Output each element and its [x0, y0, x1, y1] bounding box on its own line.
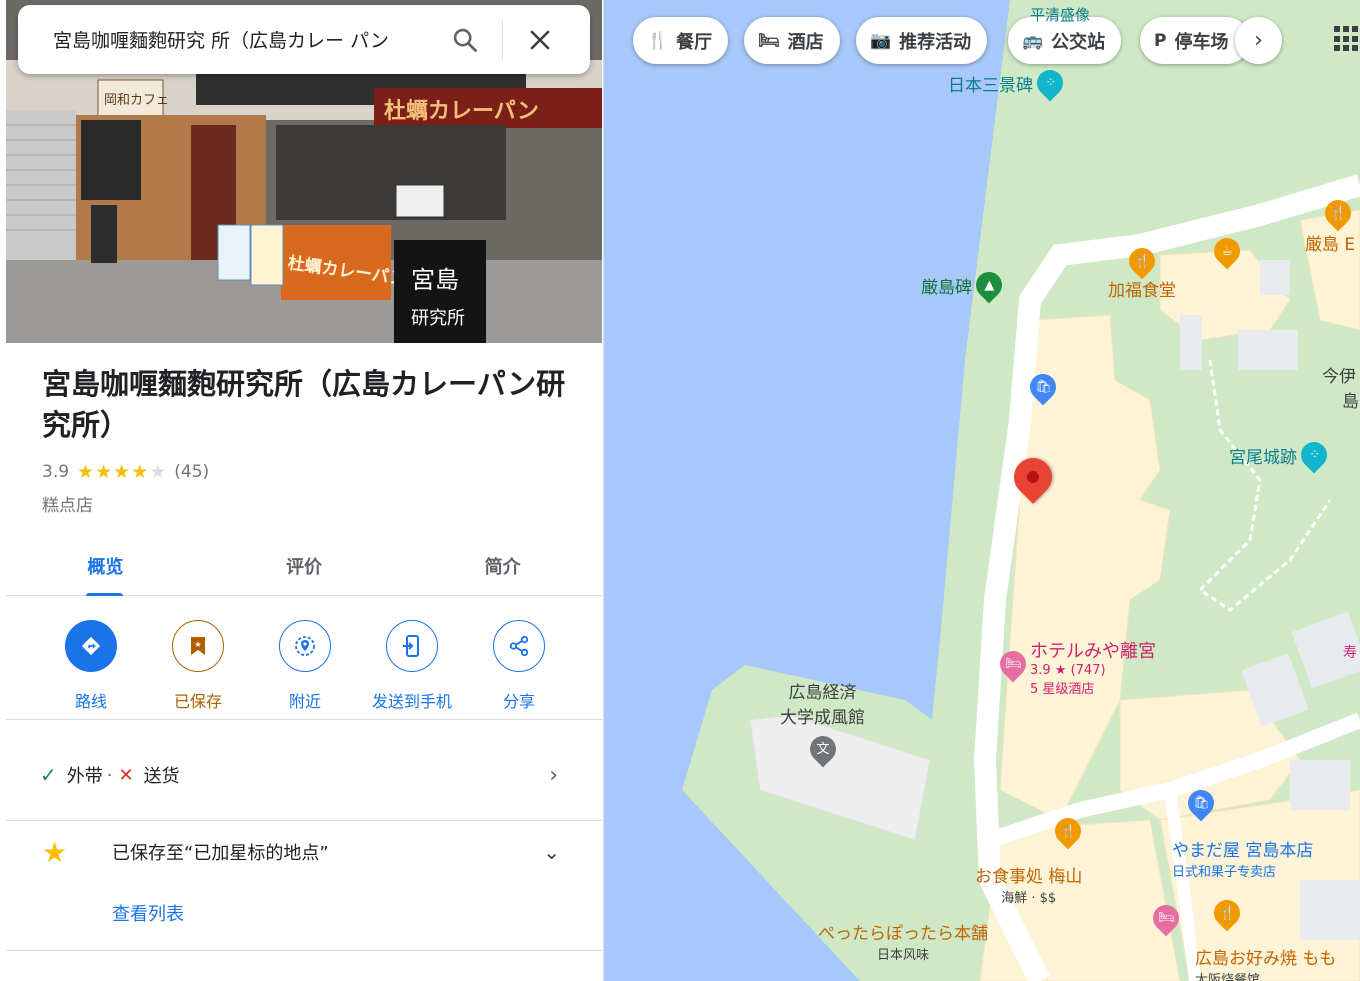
close-icon — [530, 30, 550, 49]
board-text-2: 研究所 — [411, 308, 465, 329]
poi-umeyama[interactable]: お食事処 梅山 海鮮 · $$ — [975, 862, 1082, 906]
search-divider — [502, 19, 503, 60]
place-category[interactable]: 糕点店 — [42, 491, 93, 516]
hotel-icon: 🛏 — [758, 30, 780, 51]
star-icon: ★ — [42, 835, 68, 869]
poi-kafuku[interactable]: 🍴 加福食堂 — [1108, 242, 1176, 301]
restaurant-pin-icon: 🍴 — [1208, 894, 1246, 932]
apps-grid-icon[interactable] — [1334, 26, 1360, 52]
search-icon — [453, 28, 477, 52]
review-count[interactable]: (45) — [174, 462, 209, 482]
board-text-1: 宮島 — [411, 266, 459, 294]
view-list-link[interactable]: 查看列表 — [112, 900, 184, 926]
tab-about[interactable]: 简介 — [403, 536, 602, 595]
camera-icon: 📷 — [870, 30, 892, 51]
star-icon: ★ — [131, 461, 149, 483]
shopping-icon: 🛍 — [1024, 368, 1062, 406]
directions-button[interactable]: 路线 — [38, 620, 144, 712]
close-button[interactable] — [513, 13, 567, 67]
school-icon: 文 — [804, 730, 841, 768]
restaurant-icon: 🍴 — [647, 30, 669, 51]
chevron-down-icon[interactable]: ⌄ — [543, 840, 560, 864]
chip-hotels[interactable]: 🛏 酒店 — [744, 17, 840, 64]
share-button[interactable]: 分享 — [466, 620, 572, 712]
place-tabs: 概览 评价 简介 — [6, 536, 602, 596]
poi-itsukushima-hi[interactable]: 厳島碑 ▲ — [921, 266, 1008, 304]
service-options-row[interactable]: ✓ 外带 · ✕ 送货 › — [6, 741, 602, 809]
cross-icon: ✕ — [118, 764, 134, 786]
star-empty-icon: ★ — [149, 461, 167, 483]
star-icon: ★ — [77, 461, 95, 483]
section-divider — [6, 950, 602, 951]
rating-value: 3.9 — [42, 462, 70, 482]
poi-cafe[interactable]: ☕ — [1208, 232, 1246, 270]
check-icon: ✓ — [40, 763, 57, 787]
cafe-icon: ☕ — [1208, 232, 1246, 270]
chip-parking[interactable]: P 停车场 — [1140, 17, 1250, 64]
poi-top-label[interactable]: 平清盛像 — [1030, 4, 1090, 25]
poi-itsukushima-e[interactable]: 🍴 厳島 E — [1305, 194, 1357, 255]
svg-text:★: ★ — [194, 640, 201, 649]
poi-imai[interactable]: 今伊 島 — [1322, 362, 1359, 412]
poi-edge-right[interactable]: 寿 — [1343, 642, 1357, 662]
poi-yamadaya[interactable]: やまだ屋 宮島本店 日式和果子专卖店 — [1172, 836, 1313, 880]
restaurant-pin-icon: 🍴 — [1319, 194, 1357, 232]
rating-row[interactable]: 3.9 ★ ★ ★ ★ ★ (45) — [42, 461, 209, 483]
saved-button[interactable]: ★ 已保存 — [145, 620, 251, 712]
poi-okonomi-pin[interactable]: 🍴 — [1208, 894, 1246, 932]
nearby-icon — [279, 620, 331, 672]
restaurant-pin-icon: 🍴 — [1049, 812, 1087, 850]
place-details-panel: 岡和カフェ 杜蠣カレーパン 杜蠣カレーパン 宮島 研究所 宮島咖喱麵麭研究 所（… — [0, 0, 604, 981]
poi-shopping[interactable]: 🛍 — [1024, 368, 1062, 406]
park-icon: ▲ — [970, 266, 1008, 304]
cafe-sign-text: 岡和カフェ — [104, 93, 169, 108]
chips-next-button[interactable]: › — [1235, 17, 1282, 64]
main-sign-text: 杜蠣カレーパン — [384, 99, 539, 124]
star-icon: ★ — [113, 461, 131, 483]
phone-icon — [386, 620, 438, 672]
saved-list-row[interactable]: ★ 已保存至“已加星标的地点” ⌄ — [6, 824, 602, 880]
nearby-button[interactable]: 附近 — [252, 620, 358, 712]
directions-icon — [65, 620, 117, 672]
share-icon — [493, 620, 545, 672]
hotel-pin-icon: 🛏 — [1147, 899, 1185, 937]
tab-overview[interactable]: 概览 — [6, 536, 205, 596]
poi-university[interactable]: 広島経済 大学成風館 文 — [780, 678, 865, 768]
search-box[interactable]: 宮島咖喱麵麭研究 所（広島カレー パン — [18, 5, 590, 74]
search-input[interactable]: 宮島咖喱麵麭研究 所（広島カレー パン — [53, 26, 438, 53]
search-button[interactable] — [438, 13, 492, 67]
landmark-icon: ⁘ — [1031, 64, 1069, 102]
poi-miyao[interactable]: 宮尾城跡 ⁘ — [1229, 436, 1333, 474]
poi-nihon-sankei[interactable]: 日本三景碑 ⁘ — [948, 64, 1069, 102]
send-to-phone-button[interactable]: 发送到手机 — [359, 620, 465, 712]
poi-hotel-2[interactable]: 🛏 — [1147, 899, 1185, 937]
chevron-right-icon: › — [549, 762, 558, 788]
bus-icon: 🚌 — [1022, 30, 1044, 51]
place-title: 宮島咖喱麵麭研究所（広島カレーパン研究所） — [42, 367, 566, 442]
chevron-right-icon: › — [1254, 28, 1263, 53]
star-icon: ★ — [95, 461, 113, 483]
restaurant-pin-icon: 🍴 — [1123, 242, 1161, 280]
hotel-pin-icon: 🛏 — [994, 645, 1032, 683]
poi-okonomi[interactable]: 広島お好み焼 もも 大阪烧餐馆 — [1195, 944, 1336, 981]
tab-reviews[interactable]: 评价 — [205, 536, 404, 595]
shopping-icon: 🛍 — [1182, 784, 1220, 822]
poi-umeyama-pin[interactable]: 🍴 — [1049, 812, 1087, 850]
rating-stars: ★ ★ ★ ★ ★ — [77, 461, 166, 483]
section-divider — [6, 719, 602, 720]
section-divider — [6, 820, 602, 821]
parking-icon: P — [1154, 30, 1167, 51]
poi-shopping-2[interactable]: 🛍 — [1182, 784, 1220, 822]
chip-restaurants[interactable]: 🍴 餐厅 — [633, 17, 729, 64]
poi-hotel-miya-rikyu[interactable]: 🛏 ホテルみや離宮 3.9 ★ (747) 5 星级酒店 — [994, 637, 1156, 697]
chip-things-to-do[interactable]: 📷 推荐活动 — [856, 17, 988, 64]
landmark-icon: ⁘ — [1295, 436, 1333, 474]
action-buttons: 路线 ★ 已保存 附近 发送到手机 分享 — [38, 620, 572, 712]
poi-pettara[interactable]: ぺったらぽったら本舗 日本风味 — [818, 919, 988, 963]
bookmark-icon: ★ — [172, 620, 224, 672]
